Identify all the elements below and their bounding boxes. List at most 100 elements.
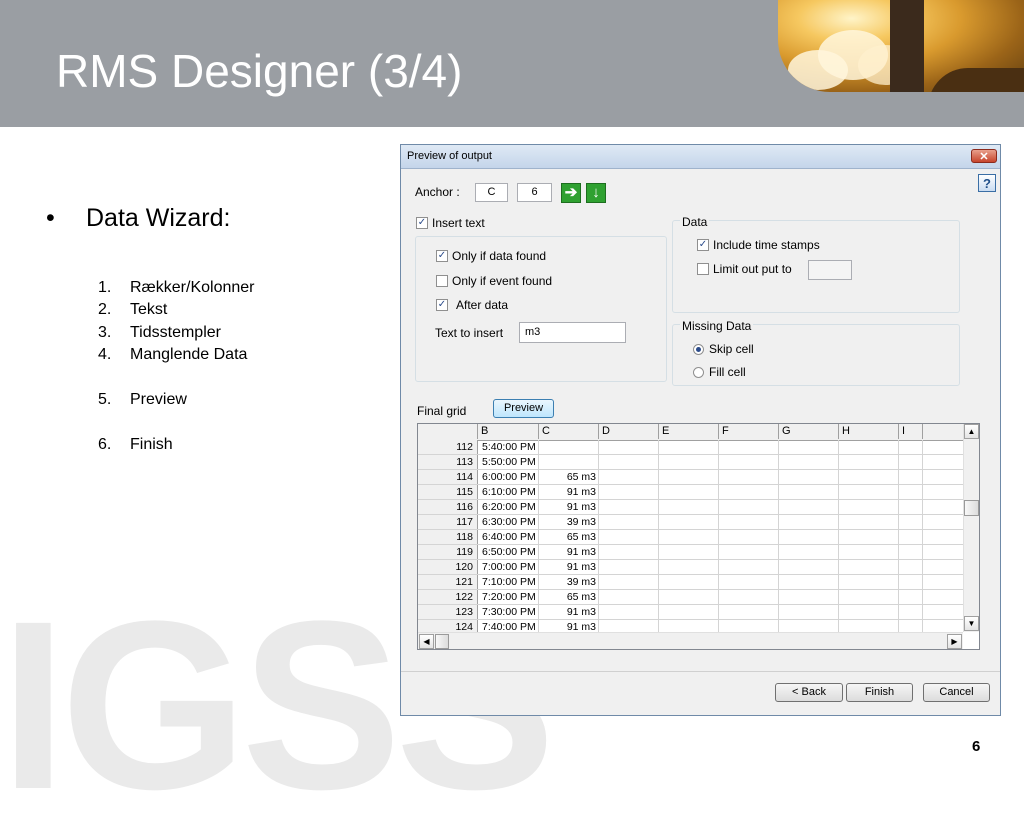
grid-cell-value[interactable]: 39 m3 [539, 515, 599, 529]
grid-cell[interactable] [659, 545, 719, 559]
grid-cell[interactable] [659, 575, 719, 589]
grid-cell[interactable] [599, 515, 659, 529]
grid-cell-value[interactable]: 65 m3 [539, 470, 599, 484]
only-if-event-found-checkbox[interactable] [436, 275, 448, 287]
grid-cell-time[interactable]: 7:30:00 PM [478, 605, 539, 619]
grid-row-header[interactable]: 123 [418, 605, 478, 619]
grid-cell[interactable] [599, 605, 659, 619]
grid-row-header[interactable]: 112 [418, 440, 478, 454]
scroll-up-icon[interactable]: ▲ [964, 424, 979, 439]
grid-cell-time[interactable]: 6:20:00 PM [478, 500, 539, 514]
text-to-insert-input[interactable]: m3 [519, 322, 626, 343]
move-right-arrow-icon[interactable]: ➔ [561, 183, 581, 203]
grid-cell[interactable] [779, 590, 839, 604]
grid-row-header[interactable]: 117 [418, 515, 478, 529]
grid-cell[interactable] [599, 590, 659, 604]
grid-cell[interactable] [839, 575, 899, 589]
grid-cell[interactable] [719, 485, 779, 499]
grid-cell[interactable] [599, 545, 659, 559]
grid-cell[interactable] [719, 530, 779, 544]
close-button[interactable]: ✕ [971, 149, 997, 163]
grid-cell[interactable] [659, 485, 719, 499]
vertical-scrollbar[interactable]: ▲ ▼ [963, 424, 979, 632]
grid-cell[interactable] [599, 470, 659, 484]
grid-cell[interactable] [599, 485, 659, 499]
grid-cell[interactable] [899, 440, 923, 454]
horizontal-scrollbar[interactable]: ◀ ▶ [418, 632, 963, 649]
grid-cell[interactable] [599, 440, 659, 454]
grid-cell-value[interactable] [539, 440, 599, 454]
grid-cell[interactable] [779, 470, 839, 484]
grid-row-header[interactable]: 115 [418, 485, 478, 499]
anchor-row-field[interactable]: 6 [517, 183, 552, 202]
grid-cell-time[interactable]: 5:50:00 PM [478, 455, 539, 469]
grid-cell[interactable] [779, 440, 839, 454]
grid-cell-time[interactable]: 7:10:00 PM [478, 575, 539, 589]
grid-cell[interactable] [779, 560, 839, 574]
grid-cell[interactable] [719, 575, 779, 589]
finish-button[interactable]: Finish [846, 683, 913, 702]
grid-row-header[interactable]: 114 [418, 470, 478, 484]
grid-cell-value[interactable] [539, 455, 599, 469]
grid-cell[interactable] [899, 590, 923, 604]
grid-cell[interactable] [779, 605, 839, 619]
grid-cell[interactable] [719, 590, 779, 604]
grid-cell-time[interactable]: 6:40:00 PM [478, 530, 539, 544]
grid-cell[interactable] [719, 545, 779, 559]
grid-cell[interactable] [719, 515, 779, 529]
grid-cell[interactable] [899, 515, 923, 529]
grid-cell[interactable] [899, 545, 923, 559]
grid-cell-time[interactable]: 6:50:00 PM [478, 545, 539, 559]
grid-cell[interactable] [659, 530, 719, 544]
insert-text-checkbox[interactable]: ✓ [416, 217, 428, 229]
grid-cell[interactable] [899, 575, 923, 589]
grid-cell[interactable] [719, 605, 779, 619]
grid-cell[interactable] [899, 530, 923, 544]
grid-cell-value[interactable]: 91 m3 [539, 500, 599, 514]
grid-cell[interactable] [599, 575, 659, 589]
scroll-left-icon[interactable]: ◀ [419, 634, 434, 649]
grid-cell[interactable] [779, 485, 839, 499]
grid-cell[interactable] [899, 470, 923, 484]
grid-cell[interactable] [839, 470, 899, 484]
grid-cell-value[interactable]: 91 m3 [539, 605, 599, 619]
anchor-column-field[interactable]: C [475, 183, 508, 202]
grid-cell-time[interactable]: 5:40:00 PM [478, 440, 539, 454]
grid-cell[interactable] [839, 455, 899, 469]
grid-cell[interactable] [659, 590, 719, 604]
grid-cell[interactable] [779, 530, 839, 544]
grid-cell[interactable] [779, 575, 839, 589]
grid-cell-value[interactable]: 91 m3 [539, 560, 599, 574]
fill-cell-radio[interactable] [693, 367, 704, 378]
grid-cell[interactable] [659, 440, 719, 454]
grid-row-header[interactable]: 122 [418, 590, 478, 604]
grid-cell[interactable] [719, 455, 779, 469]
grid-cell[interactable] [659, 560, 719, 574]
grid-cell[interactable] [899, 605, 923, 619]
cancel-button[interactable]: Cancel [923, 683, 990, 702]
grid-cell[interactable] [839, 545, 899, 559]
grid-cell[interactable] [659, 515, 719, 529]
grid-cell[interactable] [839, 500, 899, 514]
grid-cell[interactable] [899, 500, 923, 514]
move-down-arrow-icon[interactable]: ↓ [586, 183, 606, 203]
limit-output-input[interactable] [808, 260, 852, 280]
after-data-checkbox[interactable]: ✓ [436, 299, 448, 311]
grid-row-header[interactable]: 119 [418, 545, 478, 559]
limit-output-checkbox[interactable] [697, 263, 709, 275]
grid-row-header[interactable]: 121 [418, 575, 478, 589]
include-time-stamps-checkbox[interactable]: ✓ [697, 239, 709, 251]
grid-cell[interactable] [899, 560, 923, 574]
grid-cell[interactable] [719, 470, 779, 484]
scroll-right-icon[interactable]: ▶ [947, 634, 962, 649]
grid-cell[interactable] [839, 605, 899, 619]
grid-cell[interactable] [659, 605, 719, 619]
grid-cell[interactable] [599, 455, 659, 469]
grid-cell[interactable] [719, 500, 779, 514]
horizontal-scroll-thumb[interactable] [435, 634, 449, 649]
grid-cell-value[interactable]: 39 m3 [539, 575, 599, 589]
grid-cell[interactable] [839, 530, 899, 544]
grid-cell[interactable] [659, 455, 719, 469]
grid-cell[interactable] [779, 545, 839, 559]
grid-cell[interactable] [719, 440, 779, 454]
